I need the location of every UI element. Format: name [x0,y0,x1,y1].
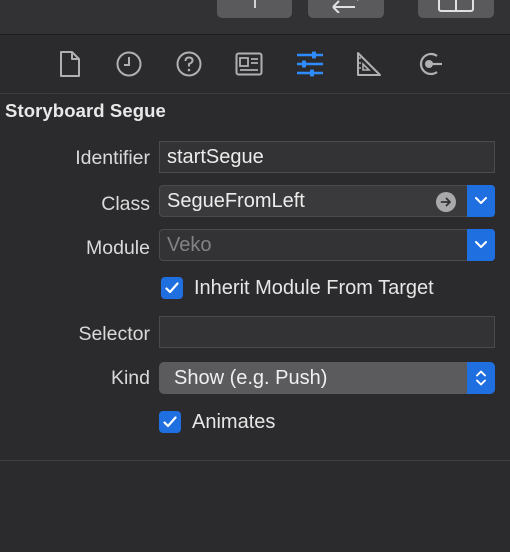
identifier-label: Identifier [75,147,150,169]
size-icon [357,52,381,76]
tab-history-inspector[interactable] [111,49,147,79]
tab-connections-inspector[interactable] [412,49,448,79]
kind-stepper[interactable] [467,362,495,394]
inherit-module-checkbox-row[interactable]: Inherit Module From Target [161,275,434,301]
kind-popup-button[interactable]: Show (e.g. Push) [159,362,495,394]
tab-file-inspector[interactable] [52,49,88,79]
history-icon [116,51,142,77]
section-divider [0,460,510,461]
identity-icon [235,52,263,76]
module-dropdown-button[interactable] [467,229,495,261]
animates-checkbox[interactable] [159,411,181,433]
checkmark-icon [163,416,177,428]
module-label: Module [86,237,150,259]
chevron-down-icon [475,241,487,248]
tab-attributes-inspector[interactable] [292,49,328,79]
plus-icon [253,0,256,8]
top-toolbar [0,0,510,35]
animates-checkbox-row[interactable]: Animates [159,409,275,435]
identifier-field[interactable]: startSegue [159,141,495,173]
selector-field[interactable] [159,316,495,348]
go-to-class-icon[interactable] [436,192,456,212]
checkmark-icon [165,282,179,294]
attributes-icon [297,51,323,77]
layout-button[interactable] [418,0,494,18]
inherit-module-checkbox[interactable] [161,277,183,299]
split-view-icon [438,0,474,12]
selector-label: Selector [78,323,150,345]
inspector-tab-bar [0,35,510,94]
class-combo-box[interactable]: SegueFromLeft [159,185,495,217]
class-value: SegueFromLeft [167,189,305,212]
tab-identity-inspector[interactable] [231,49,267,79]
kind-value: Show (e.g. Push) [174,366,328,389]
connections-icon [419,52,442,76]
tab-size-inspector[interactable] [351,49,387,79]
kind-label: Kind [110,367,150,389]
class-label: Class [101,193,150,215]
section-title: Storyboard Segue [5,100,166,121]
inherit-module-label: Inherit Module From Target [194,276,434,299]
class-dropdown-button[interactable] [467,185,495,217]
help-icon [176,51,202,77]
animates-label: Animates [192,410,276,433]
file-icon [60,51,80,77]
chevron-down-icon [475,197,487,204]
tab-quick-help[interactable] [171,49,207,79]
add-button[interactable] [217,0,292,18]
identifier-value: startSegue [167,145,264,168]
up-down-chevron-icon [476,370,486,386]
module-combo-box[interactable]: Veko [159,229,495,261]
return-arrow-icon [332,0,359,13]
module-placeholder: Veko [167,233,212,256]
back-forward-button[interactable] [308,0,384,18]
